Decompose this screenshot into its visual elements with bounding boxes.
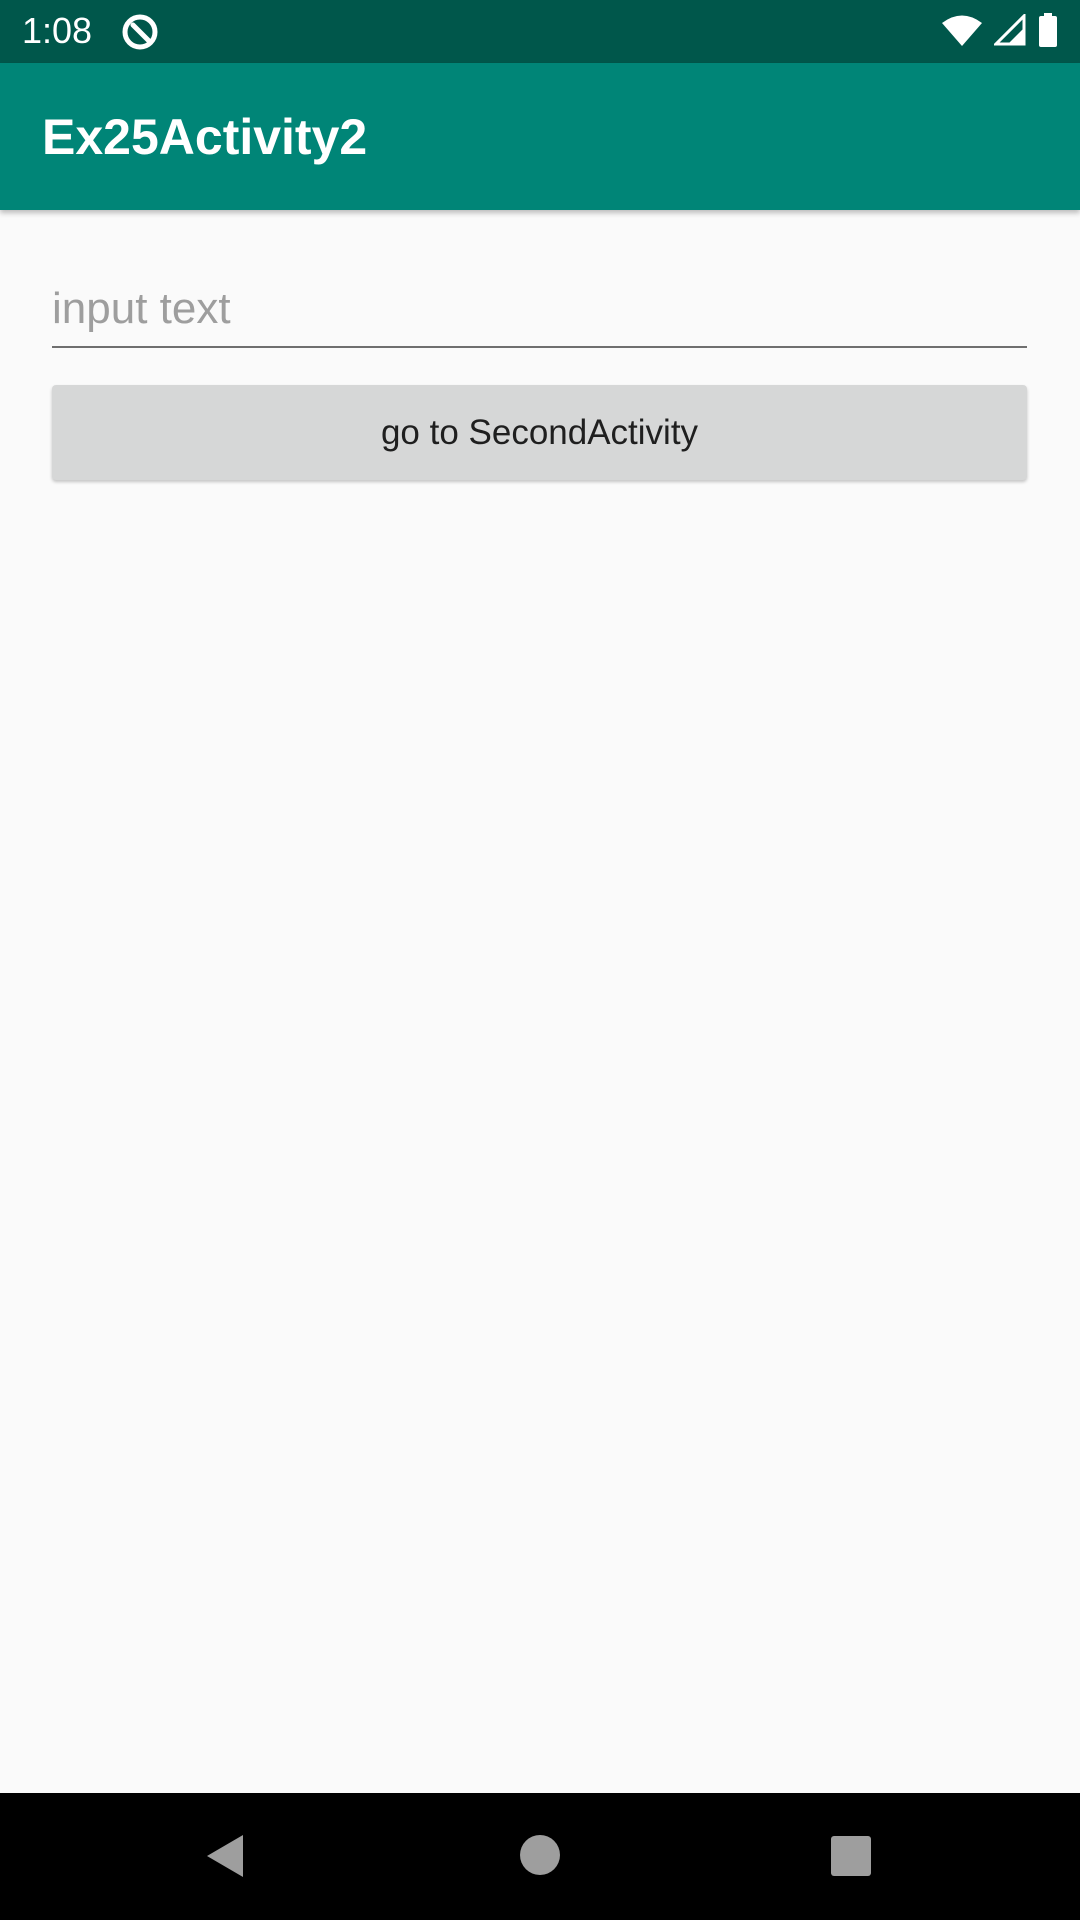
- status-time: 1:08: [22, 10, 93, 51]
- navigation-bar: [0, 1793, 1080, 1920]
- app-title: Ex25Activity2: [42, 109, 368, 165]
- recents-icon[interactable]: [831, 1836, 871, 1876]
- signal-icon: [992, 11, 1026, 51]
- app-screen: 1:08 Ex25Activity2 input text go to Seco…: [0, 0, 1080, 1920]
- app-bar: Ex25Activity2: [0, 63, 1080, 210]
- wifi-icon: [942, 14, 982, 51]
- battery-icon: [1038, 12, 1058, 52]
- back-icon[interactable]: [205, 1833, 245, 1879]
- home-icon[interactable]: [520, 1835, 560, 1875]
- text-input[interactable]: [52, 278, 1027, 348]
- app-notification-icon: [120, 12, 160, 52]
- go-to-second-activity-button[interactable]: go to SecondActivity: [52, 385, 1027, 480]
- status-bar: 1:08: [0, 0, 1080, 63]
- status-icons: [942, 11, 1058, 52]
